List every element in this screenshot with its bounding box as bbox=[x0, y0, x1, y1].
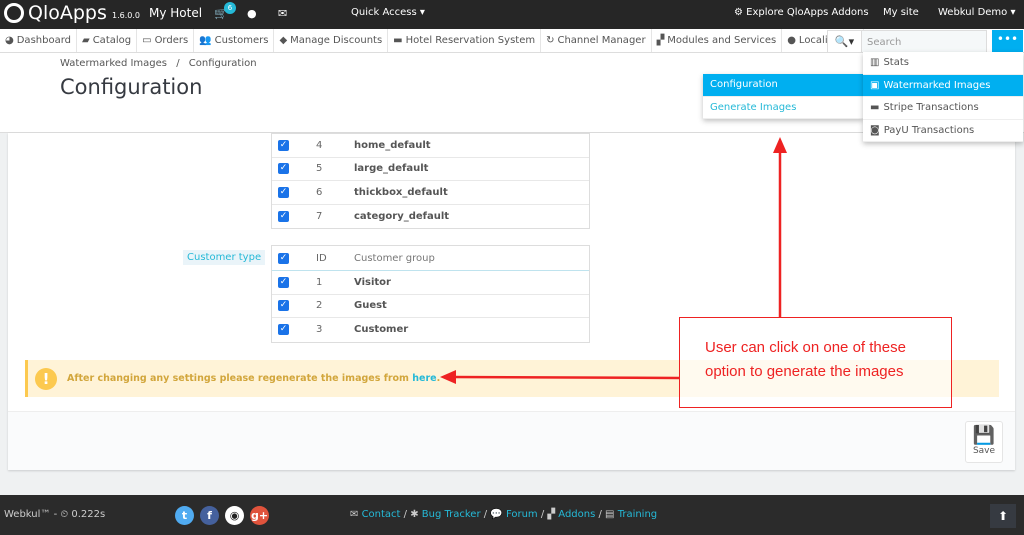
google-plus-icon[interactable]: g+ bbox=[250, 506, 269, 525]
scroll-top-button[interactable]: ⬆ bbox=[990, 504, 1016, 528]
footer-separator: / bbox=[480, 509, 491, 520]
annotation-callout: User can click on one of these option to… bbox=[679, 317, 952, 408]
footer-link-addons[interactable]: Addons bbox=[558, 509, 595, 520]
save-button[interactable]: 💾 Save bbox=[965, 421, 1003, 463]
github-icon[interactable]: ◉ bbox=[225, 506, 244, 525]
dropdown-item-label: Stats bbox=[883, 57, 909, 69]
money-icon: ◙ bbox=[870, 124, 880, 136]
dropdown-item-label: Watermarked Images bbox=[883, 79, 991, 91]
footer-link-training[interactable]: Training bbox=[618, 509, 657, 520]
footer-link-bug-tracker[interactable]: Bug Tracker bbox=[422, 509, 481, 520]
arrow-up-head bbox=[773, 137, 787, 153]
dropdown-item-watermarked-images[interactable]: ▣ Watermarked Images bbox=[863, 74, 1023, 97]
footer-links: ✉ Contact / ✱ Bug Tracker / 💬 Forum / ▞ … bbox=[350, 509, 657, 520]
floppy-disk-icon: 💾 bbox=[972, 425, 996, 446]
image-icon: ▣ bbox=[870, 79, 880, 91]
footer-brand: Webkul™ - ⏲ 0.222s bbox=[4, 509, 106, 520]
facebook-icon[interactable]: f bbox=[200, 506, 219, 525]
footer-link-forum[interactable]: Forum bbox=[506, 509, 538, 520]
dropdown-item-payu-transactions[interactable]: ◙ PayU Transactions bbox=[863, 120, 1023, 142]
more-dropdown-menu: ▥ Stats ▣ Watermarked Images ▬ Stripe Transac… bbox=[863, 52, 1023, 142]
submenu-item-generate-images[interactable]: Generate Images bbox=[703, 97, 863, 119]
submenu-item-configuration[interactable]: Configuration bbox=[703, 74, 863, 97]
comments-icon: 💬 bbox=[490, 509, 506, 520]
footer: Webkul™ - ⏲ 0.222s t f ◉ g+ ✉ Contact / … bbox=[0, 495, 1024, 535]
footer-separator: / bbox=[595, 509, 606, 520]
dropdown-item-stats[interactable]: ▥ Stats bbox=[863, 52, 1023, 75]
arrow-left-line bbox=[451, 375, 680, 380]
save-label: Save bbox=[972, 446, 996, 456]
twitter-icon[interactable]: t bbox=[175, 506, 194, 525]
bug-icon: ✱ bbox=[410, 509, 422, 520]
arrow-left-head bbox=[440, 370, 456, 384]
dropdown-item-label: PayU Transactions bbox=[883, 124, 975, 136]
envelope-icon: ✉ bbox=[350, 509, 362, 520]
dropdown-item-stripe-transactions[interactable]: ▬ Stripe Transactions bbox=[863, 97, 1023, 120]
puzzle-icon: ▞ bbox=[547, 509, 559, 520]
submenu: Configuration Generate Images bbox=[703, 74, 863, 119]
stripe-icon: ▬ bbox=[870, 102, 880, 114]
footer-link-contact[interactable]: Contact bbox=[362, 509, 401, 520]
book-icon: ▤ bbox=[605, 509, 618, 520]
footer-separator: / bbox=[537, 509, 548, 520]
bar-chart-icon: ▥ bbox=[870, 57, 880, 69]
dropdown-item-label: Stripe Transactions bbox=[883, 102, 979, 114]
footer-separator: / bbox=[400, 509, 411, 520]
